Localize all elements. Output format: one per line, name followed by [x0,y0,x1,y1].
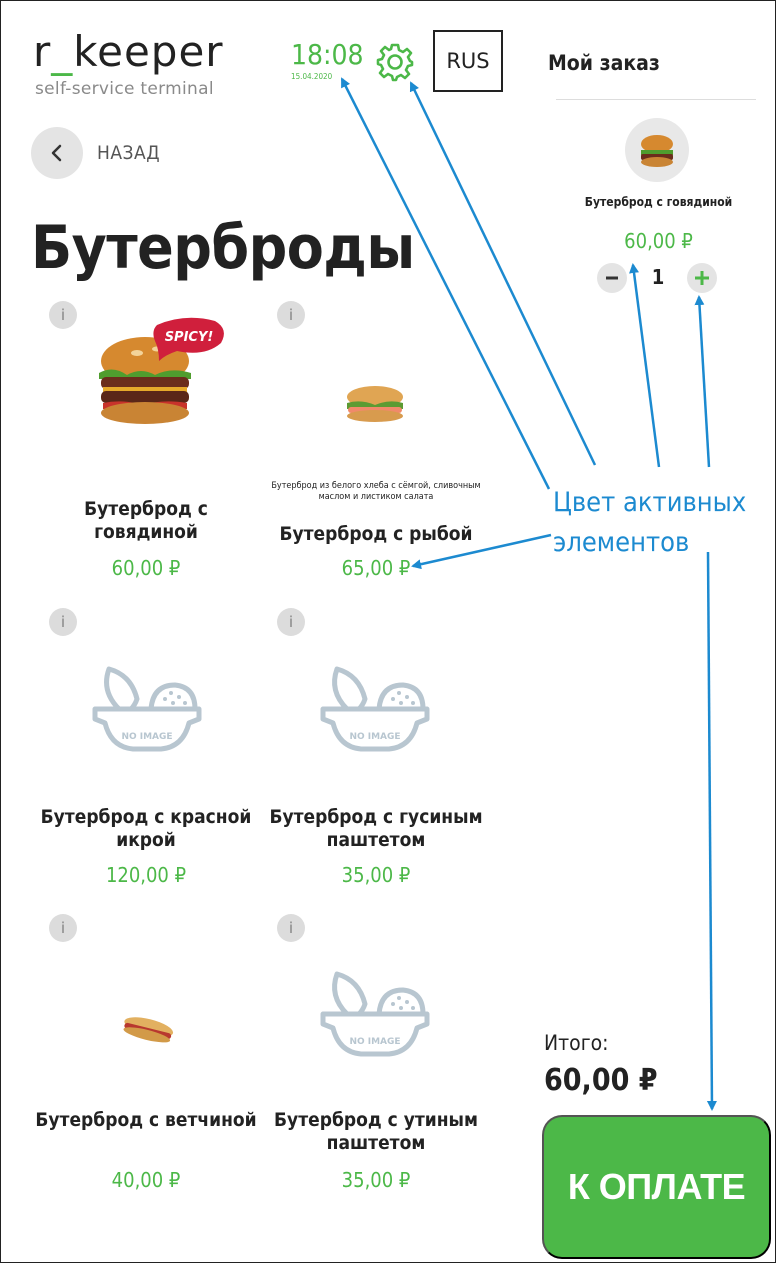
arrow-to-settings [409,81,597,466]
arrow-to-price [629,263,661,468]
annotation-line-2: элементов [553,527,690,558]
arrow-to-pay-button [706,551,717,1111]
arrow-to-clock [340,77,551,490]
terminal-screen: r_keeper self-service terminal 18:08 15.… [0,0,776,1263]
annotation-line-1: Цвет активных [553,487,747,518]
arrow-to-plus [694,295,711,468]
annotation-label: Цвет активных элементов [553,483,746,563]
arrow-to-product-price [411,533,552,570]
annotation-arrows [340,77,717,1111]
